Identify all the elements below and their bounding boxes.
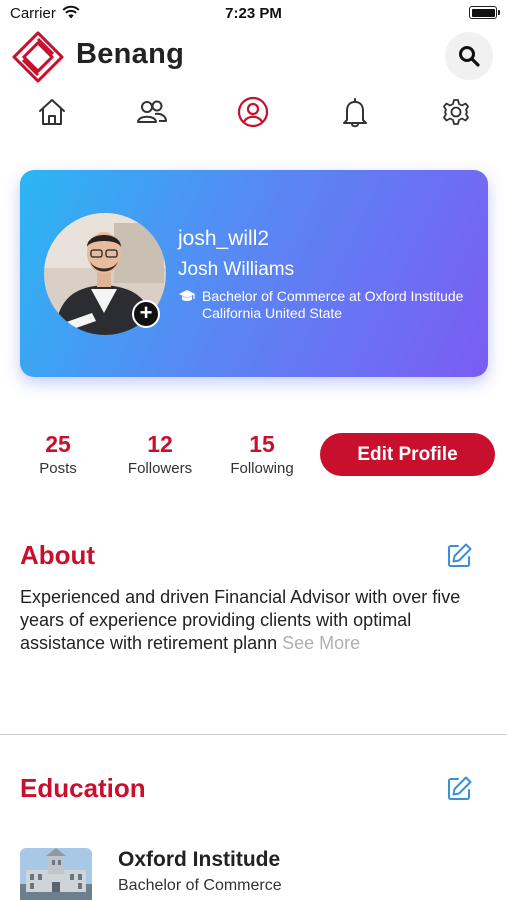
tab-home[interactable] bbox=[34, 94, 70, 130]
tab-profile[interactable] bbox=[235, 94, 271, 130]
tab-bar bbox=[0, 90, 507, 134]
school-building-image bbox=[20, 848, 92, 900]
following-stat[interactable]: 15 Following bbox=[222, 430, 302, 477]
status-bar: Carrier 7:23 PM bbox=[0, 0, 507, 26]
graduation-cap-icon bbox=[179, 290, 195, 301]
edit-about-icon[interactable] bbox=[445, 542, 473, 570]
about-body: Experienced and driven Financial Advisor… bbox=[20, 587, 461, 653]
school-name: Oxford Institude bbox=[118, 848, 281, 871]
app-header: Benang bbox=[0, 26, 507, 88]
gear-icon bbox=[443, 99, 469, 125]
about-text: Experienced and driven Financial Advisor… bbox=[20, 586, 490, 655]
tab-settings[interactable] bbox=[438, 94, 474, 130]
edit-education-icon[interactable] bbox=[445, 775, 473, 803]
battery-icon bbox=[469, 6, 500, 19]
search-icon bbox=[459, 46, 480, 67]
education-summary-text: Bachelor of Commerce at Oxford Institude… bbox=[202, 288, 464, 321]
section-divider bbox=[0, 734, 507, 735]
profile-card: + josh_will2 Josh Williams Bachelor of C… bbox=[20, 170, 488, 377]
followers-stat[interactable]: 12 Followers bbox=[120, 430, 200, 477]
about-title: About bbox=[20, 540, 96, 570]
clock: 7:23 PM bbox=[225, 5, 282, 22]
posts-count: 25 bbox=[45, 431, 71, 457]
add-photo-button[interactable]: + bbox=[132, 300, 160, 328]
following-label: Following bbox=[230, 460, 294, 477]
following-count: 15 bbox=[249, 431, 275, 457]
people-icon bbox=[137, 100, 167, 123]
user-circle-icon bbox=[237, 96, 269, 128]
app-title: Benang bbox=[76, 38, 185, 70]
see-more-link[interactable]: See More bbox=[282, 633, 360, 653]
followers-count: 12 bbox=[147, 431, 173, 457]
education-title: Education bbox=[20, 773, 146, 803]
tab-notifications[interactable] bbox=[337, 94, 373, 130]
followers-label: Followers bbox=[127, 460, 193, 477]
tab-friends[interactable] bbox=[134, 94, 170, 130]
posts-label: Posts bbox=[39, 460, 77, 477]
full-name: Josh Williams bbox=[178, 259, 295, 280]
school-thumbnail bbox=[20, 848, 92, 900]
username: josh_will2 bbox=[178, 227, 270, 250]
degree-name: Bachelor of Commerce bbox=[118, 877, 282, 894]
benang-logo-icon bbox=[12, 31, 64, 83]
edit-profile-button[interactable]: Edit Profile bbox=[320, 433, 495, 476]
home-icon bbox=[39, 99, 65, 125]
search-button[interactable] bbox=[445, 32, 493, 80]
posts-stat[interactable]: 25 Posts bbox=[34, 430, 82, 477]
education-item[interactable]: Oxford Institude Bachelor of Commerce bbox=[20, 846, 490, 900]
bell-icon bbox=[343, 98, 367, 128]
